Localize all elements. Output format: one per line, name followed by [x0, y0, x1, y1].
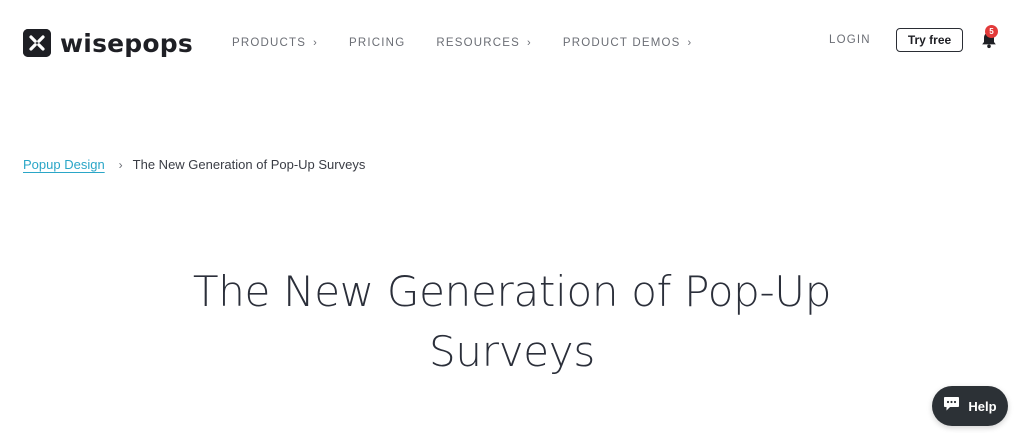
nav-item-label: PRODUCT DEMOS: [562, 37, 681, 49]
try-free-button[interactable]: Try free: [896, 28, 963, 52]
page-title-line-2: Surveys: [429, 327, 595, 376]
nav-item-label: PRODUCTS: [232, 37, 307, 49]
chevron-right-icon: ›: [313, 37, 319, 49]
notification-badge: 5: [985, 25, 998, 38]
brand-logo[interactable]: wisepops: [23, 27, 193, 59]
site-header: wisepops PRODUCTS › PRICING RESOURCES › …: [0, 0, 1024, 84]
page: wisepops PRODUCTS › PRICING RESOURCES › …: [0, 0, 1024, 433]
wisepops-logo-icon: [23, 29, 51, 57]
page-title-line-1: The New Generation of Pop-Up: [192, 267, 832, 316]
breadcrumb-separator: ›: [118, 157, 123, 172]
nav-item-product-demos[interactable]: PRODUCT DEMOS ›: [563, 37, 693, 49]
page-title: The New Generation of Pop-Up Surveys: [112, 262, 912, 382]
chevron-right-icon: ›: [527, 37, 532, 49]
login-link[interactable]: LOGIN: [829, 34, 871, 46]
nav-item-resources[interactable]: RESOURCES ›: [436, 37, 532, 49]
breadcrumb: Popup Design › The New Generation of Pop…: [23, 157, 365, 172]
chat-bubble-icon: [943, 396, 960, 417]
help-button[interactable]: Help: [932, 386, 1008, 426]
chevron-right-icon: ›: [687, 37, 693, 49]
help-label: Help: [968, 398, 997, 414]
main-nav: PRODUCTS › PRICING RESOURCES › PRODUCT D…: [232, 34, 723, 52]
nav-item-label: RESOURCES: [436, 37, 520, 49]
nav-item-label: PRICING: [349, 37, 406, 49]
brand-name: wisepops: [60, 28, 193, 58]
nav-item-products[interactable]: PRODUCTS ›: [232, 37, 318, 49]
nav-item-pricing[interactable]: PRICING: [349, 37, 405, 49]
breadcrumb-parent-link[interactable]: Popup Design: [23, 157, 105, 172]
breadcrumb-current: The New Generation of Pop-Up Surveys: [132, 157, 366, 172]
